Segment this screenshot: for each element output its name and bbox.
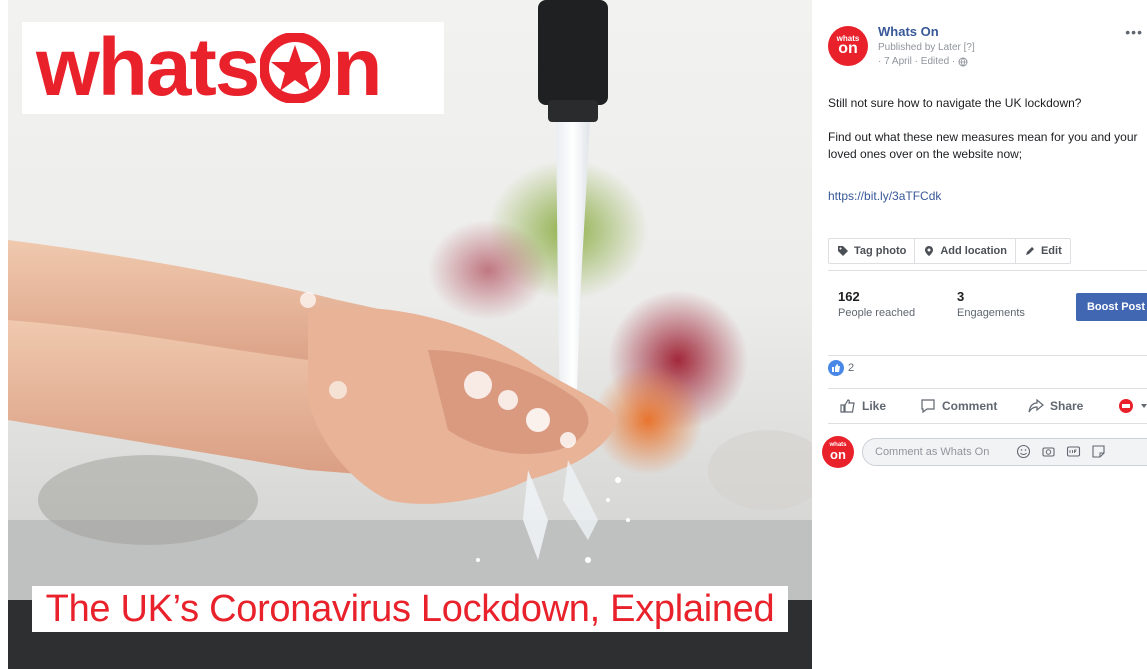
thumbs-up-icon — [840, 399, 855, 413]
camera-icon[interactable] — [1041, 444, 1056, 459]
globe-icon — [958, 57, 968, 67]
post-insights: 162 People reached 3 Engagements Boost P… — [828, 270, 1147, 356]
edit-button[interactable]: Edit — [1016, 239, 1070, 263]
post-header: whats on Whats On Published by Later [?]… — [828, 24, 1147, 80]
logo-word-left: whats — [36, 22, 260, 113]
sticker-icon[interactable] — [1091, 444, 1106, 459]
add-location-button[interactable]: Add location — [915, 239, 1016, 263]
location-pin-icon — [925, 246, 934, 256]
post-text-line-1: Still not sure how to navigate the UK lo… — [828, 96, 1082, 110]
post-photo[interactable]: whats n The UK’s Coronavirus Lockdown, E… — [8, 0, 812, 669]
screenshot-root: whats n The UK’s Coronavirus Lockdown, E… — [0, 0, 1147, 669]
reaction-count: 2 — [848, 362, 855, 374]
comment-icon — [921, 399, 935, 414]
photo-caption: The UK’s Coronavirus Lockdown, Explained — [45, 587, 775, 630]
tag-photo-button[interactable]: Tag photo — [829, 239, 916, 263]
photo-actions-bar: Tag photo Add location Edit — [828, 238, 1071, 264]
page-avatar[interactable]: whats on — [828, 26, 868, 66]
commenter-avatar: whats on — [822, 436, 854, 468]
pencil-icon — [1025, 247, 1034, 255]
share-icon — [1028, 398, 1044, 413]
post-link[interactable]: https://bit.ly/3aTFCdk — [828, 189, 941, 203]
logo-word-right: n — [332, 22, 382, 113]
comment-composer: whats on Comment as Whats On — [820, 434, 1147, 470]
logo-star-o-icon — [260, 33, 331, 103]
boost-post-button[interactable]: Boost Post — [1076, 293, 1147, 321]
published-by: Published by Later [?] — [878, 42, 975, 53]
page-avatar-small-icon — [1119, 399, 1133, 413]
post-action-buttons: Like Comment Share — [828, 388, 1147, 424]
post-text-line-2: Find out what these new measures mean fo… — [828, 130, 1138, 161]
chevron-down-icon — [1141, 404, 1147, 408]
like-reaction-icon — [828, 360, 844, 376]
whatson-logo: whats n — [22, 22, 444, 114]
people-reached-stat[interactable]: 162 People reached — [838, 289, 915, 319]
like-button[interactable]: Like — [840, 398, 886, 414]
reactions-summary[interactable]: 2 — [828, 360, 854, 376]
tag-icon — [838, 246, 848, 256]
photo-caption-box: The UK’s Coronavirus Lockdown, Explained — [32, 586, 788, 632]
page-name-link[interactable]: Whats On — [878, 24, 939, 39]
share-button[interactable]: Share — [1028, 398, 1083, 414]
post-panel: whats on Whats On Published by Later [?]… — [820, 0, 1147, 669]
post-as-selector[interactable] — [1118, 398, 1147, 414]
more-options-button[interactable]: ••• — [1125, 24, 1143, 40]
engagements-stat[interactable]: 3 Engagements — [957, 289, 1025, 319]
comment-tools — [1016, 444, 1106, 459]
comment-button[interactable]: Comment — [920, 398, 997, 414]
emoji-icon[interactable] — [1016, 444, 1031, 459]
post-date[interactable]: · 7 April · Edited · — [878, 56, 968, 67]
gif-icon[interactable] — [1066, 444, 1081, 459]
